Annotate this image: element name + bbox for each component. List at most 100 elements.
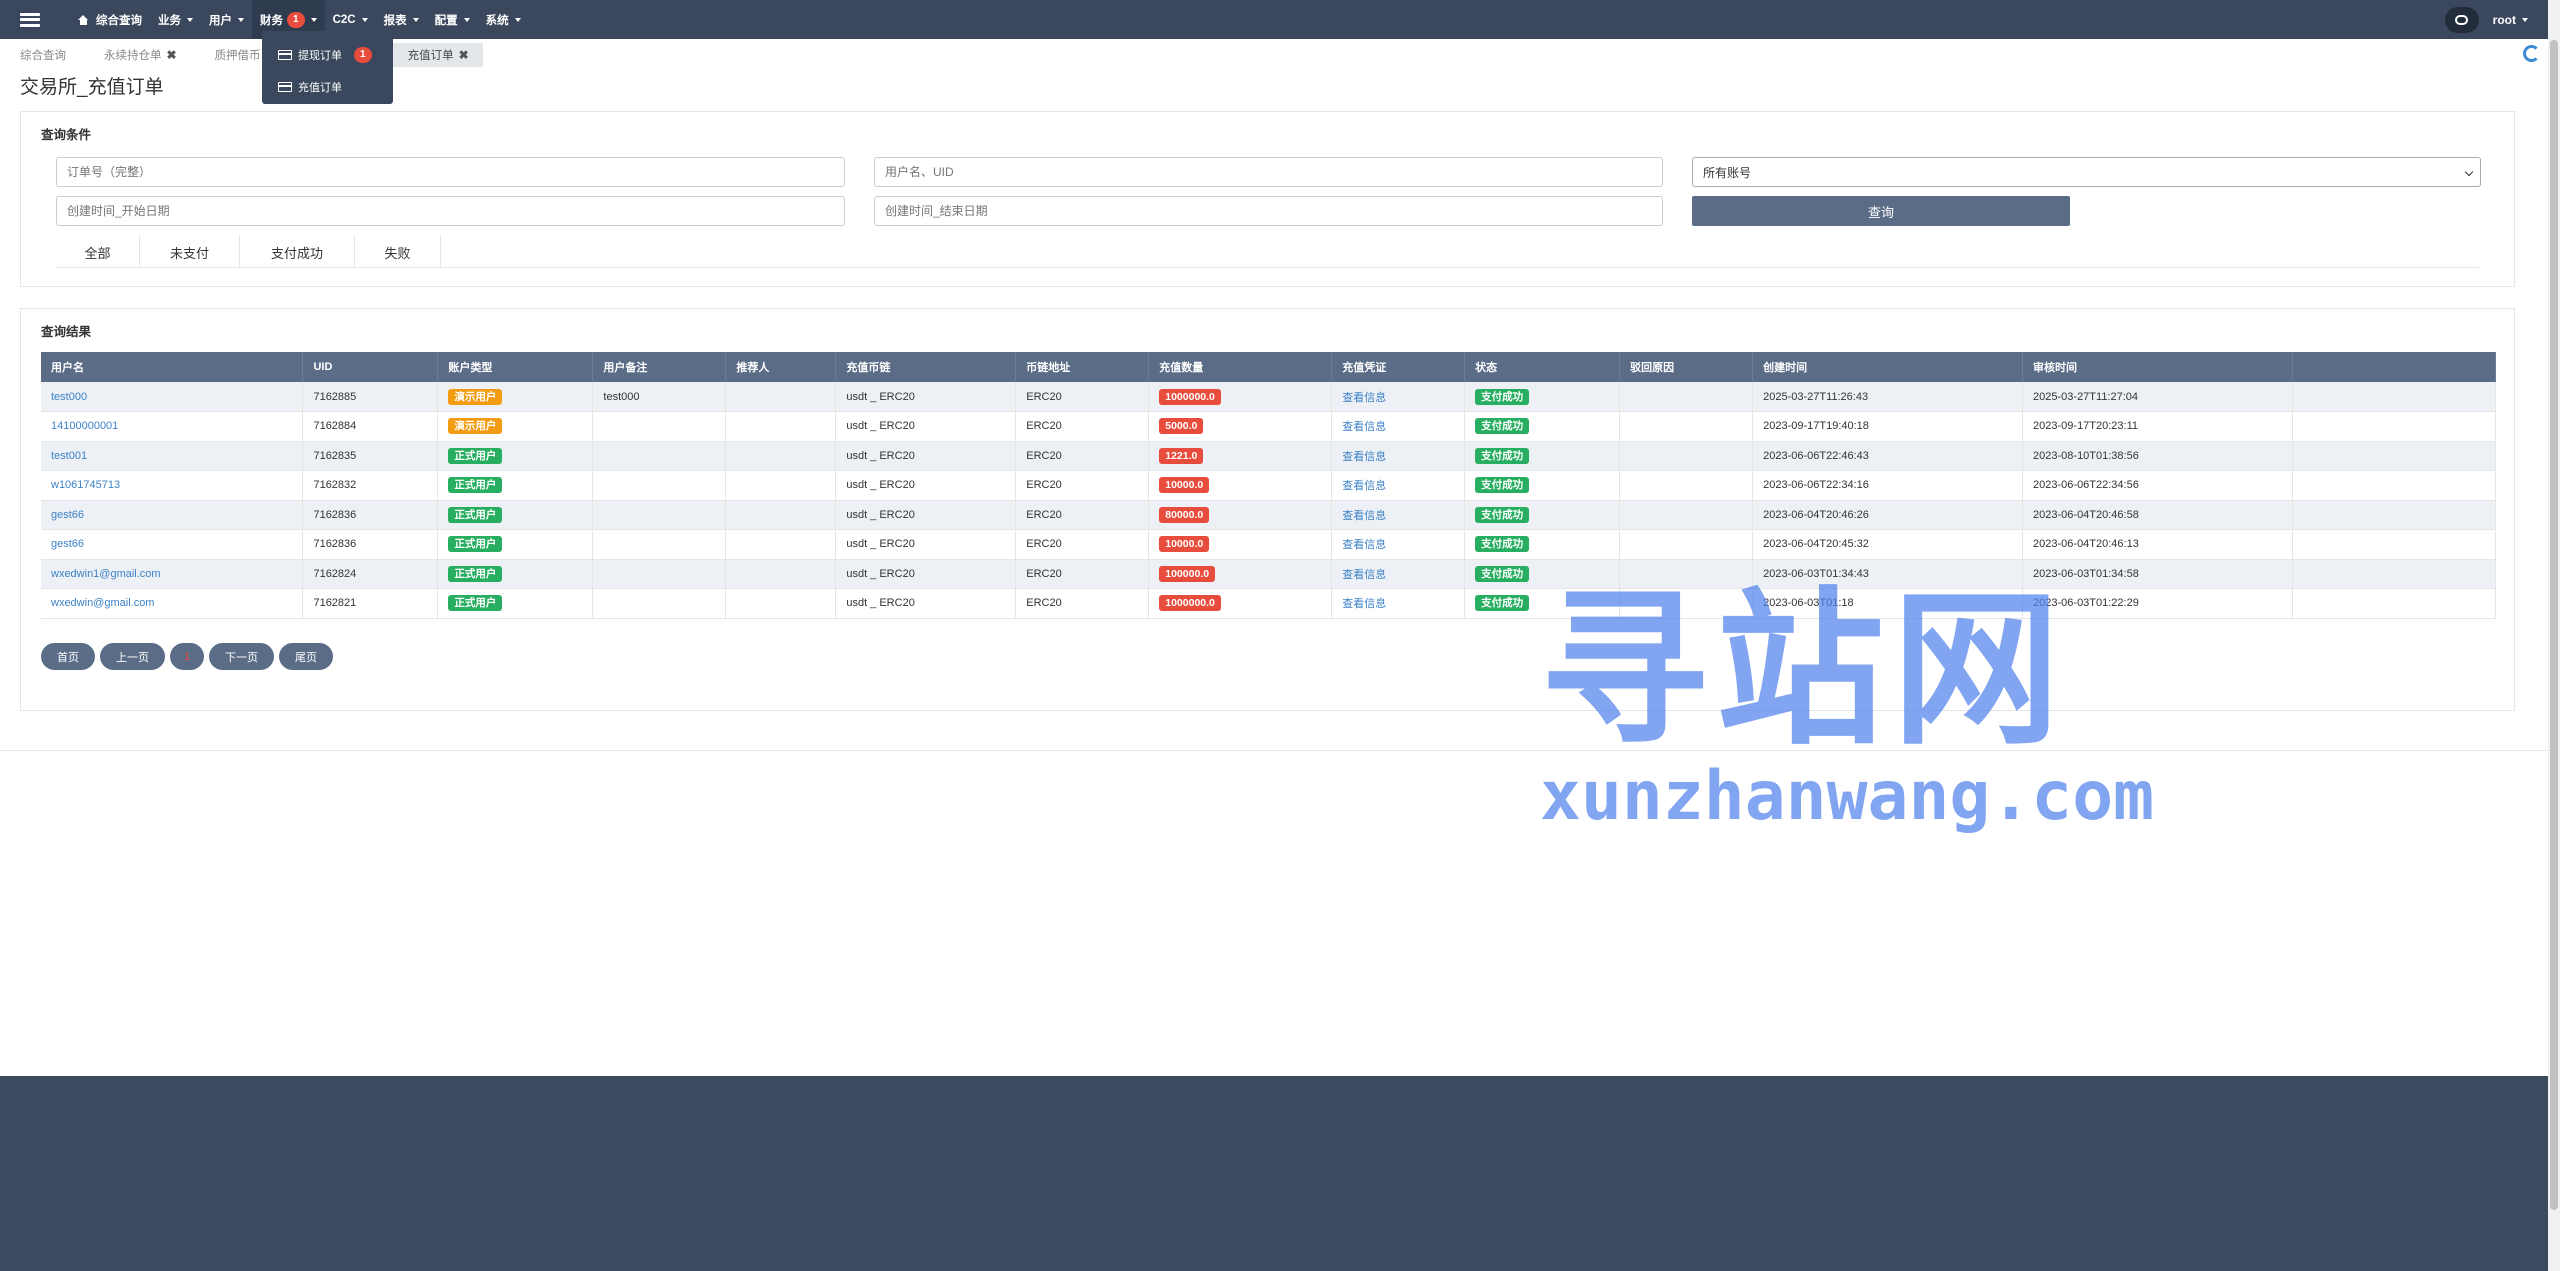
username-link[interactable]: test001: [51, 450, 87, 462]
cell-reason: [1619, 382, 1754, 412]
cell-account-type: 正式用户: [437, 559, 594, 589]
user-search-input[interactable]: [874, 157, 1663, 187]
amount-label: 1221.0: [1159, 447, 1204, 464]
nav-item-label: 配置: [434, 14, 458, 27]
cell-uid: 7162836: [302, 500, 439, 530]
nav-item-business[interactable]: 业务: [150, 0, 201, 39]
cell-created: 2023-09-17T19:40:18: [1752, 411, 2024, 442]
cell-reviewed: 2023-08-10T01:38:56: [2022, 441, 2293, 471]
cell-uid: 7162885: [302, 382, 439, 412]
nav-item-config[interactable]: 配置: [427, 0, 478, 39]
status-tab-unpaid[interactable]: 未支付: [140, 236, 240, 268]
nav-item-users[interactable]: 用户: [201, 0, 252, 39]
view-voucher-link[interactable]: 查看信息: [1342, 510, 1386, 522]
refresh-icon[interactable]: [2523, 45, 2540, 62]
cell-chain: usdt _ ERC20: [835, 441, 1017, 471]
menu-item-withdraw-orders[interactable]: 提现订单 1: [262, 39, 393, 71]
view-voucher-link[interactable]: 查看信息: [1342, 451, 1386, 463]
view-voucher-link[interactable]: 查看信息: [1342, 569, 1386, 581]
cell-voucher: 查看信息: [1331, 559, 1466, 589]
notification-badge: 1: [354, 47, 372, 63]
nav-item-system[interactable]: 系统: [478, 0, 529, 39]
status-filter-tabs: 全部 未支付 支付成功 失败: [56, 236, 2479, 268]
status-tab-failed[interactable]: 失败: [355, 236, 441, 268]
hamburger-icon: [20, 12, 40, 27]
table-row: test000 7162885 演示用户 test000 usdt _ ERC20 ERC…: [41, 382, 2497, 412]
cell-uid: 7162835: [302, 441, 439, 471]
query-panel-title: 查询条件: [41, 128, 92, 142]
status-label: 支付成功: [1475, 477, 1530, 494]
current-page-button[interactable]: 1: [170, 643, 204, 670]
close-icon[interactable]: ✖: [167, 48, 177, 62]
username-link[interactable]: wxedwin@gmail.com: [51, 597, 154, 609]
column-header: [2292, 352, 2497, 382]
cell-address: ERC20: [1015, 382, 1150, 412]
username-label: root: [2492, 12, 2516, 27]
account-select[interactable]: 所有账号: [1692, 157, 2481, 187]
column-header: 用户备注: [592, 352, 727, 382]
table-row: 14100000001 7162884 演示用户 usdt _ ERC20 ERC20 5…: [41, 411, 2497, 442]
cell-remark: [592, 529, 727, 560]
menu-item-deposit-orders[interactable]: 充值订单: [262, 71, 393, 103]
menu-toggle-button[interactable]: [0, 0, 60, 39]
username-link[interactable]: gest66: [51, 509, 84, 521]
prev-page-button[interactable]: 上一页: [100, 643, 165, 670]
table-row: wxedwin1@gmail.com 7162824 正式用户 usdt _ ERC2…: [41, 559, 2497, 589]
query-button[interactable]: 查询: [1692, 196, 2070, 226]
cell-uid: 7162832: [302, 470, 439, 501]
cell-status: 支付成功: [1464, 588, 1621, 619]
view-voucher-link[interactable]: 查看信息: [1342, 480, 1386, 492]
vertical-scrollbar[interactable]: [2548, 0, 2560, 1271]
cell-voucher: 查看信息: [1331, 441, 1466, 471]
watermark-en: xunzhanwang.com: [1540, 757, 2155, 836]
amount-label: 80000.0: [1159, 506, 1210, 523]
last-page-button[interactable]: 尾页: [279, 643, 333, 670]
table-row: gest66 7162836 正式用户 usdt _ ERC20 ERC20 80000.…: [41, 500, 2497, 530]
nav-item-overview[interactable]: 综合查询: [60, 0, 150, 39]
cell-voucher: 查看信息: [1331, 470, 1466, 501]
view-voucher-link[interactable]: 查看信息: [1342, 392, 1386, 404]
username-link[interactable]: test000: [51, 391, 87, 403]
cell-reviewed: 2023-06-03T01:34:58: [2022, 559, 2293, 589]
caret-down-icon: [238, 17, 244, 22]
order-number-input[interactable]: [56, 157, 845, 187]
finance-dropdown-menu: 提现订单 1 充值订单: [262, 31, 393, 104]
user-menu[interactable]: root: [2493, 13, 2528, 27]
cell-remark: [592, 470, 727, 501]
tab-overview[interactable]: 综合查询: [0, 43, 80, 67]
cell-uid: 7162884: [302, 411, 439, 442]
cell-empty: [2292, 588, 2497, 619]
account-type-label: 演示用户: [448, 388, 503, 405]
view-voucher-link[interactable]: 查看信息: [1342, 598, 1386, 610]
view-voucher-link[interactable]: 查看信息: [1342, 539, 1386, 551]
first-page-button[interactable]: 首页: [41, 643, 95, 670]
username-link[interactable]: w1061745713: [51, 479, 120, 491]
start-date-input[interactable]: [56, 196, 845, 226]
status-label: 支付成功: [1475, 418, 1530, 435]
username-link[interactable]: wxedwin1@gmail.com: [51, 568, 161, 580]
view-voucher-link[interactable]: 查看信息: [1342, 421, 1386, 433]
cell-reviewed: 2023-09-17T20:23:11: [2022, 411, 2293, 442]
cell-address: ERC20: [1015, 559, 1150, 589]
nav-item-label: C2C: [332, 13, 356, 26]
cell-status: 支付成功: [1464, 382, 1621, 412]
tab-perpetual-positions[interactable]: 永续持仓单 ✖: [80, 43, 191, 67]
close-icon[interactable]: ✖: [459, 48, 469, 62]
cell-account-type: 正式用户: [437, 470, 594, 501]
username-link[interactable]: 14100000001: [51, 420, 118, 432]
next-page-button[interactable]: 下一页: [209, 643, 274, 670]
chat-button[interactable]: [2444, 6, 2479, 33]
end-date-input[interactable]: [874, 196, 1663, 226]
cell-remark: [592, 559, 727, 589]
status-tab-paid[interactable]: 支付成功: [240, 236, 355, 268]
scrollbar-thumb[interactable]: [2550, 40, 2558, 1210]
page-title: 交易所_充值订单: [20, 77, 164, 98]
cell-created: 2023-06-03T01:34:43: [1752, 559, 2024, 589]
account-type-label: 正式用户: [448, 595, 503, 612]
status-tab-all[interactable]: 全部: [56, 236, 140, 268]
cell-voucher: 查看信息: [1331, 500, 1466, 530]
cell-chain: usdt _ ERC20: [835, 559, 1017, 589]
username-link[interactable]: gest66: [51, 538, 84, 550]
tab-deposit-orders[interactable]: 充值订单 ✖: [389, 43, 483, 67]
status-label: 支付成功: [1475, 447, 1530, 464]
